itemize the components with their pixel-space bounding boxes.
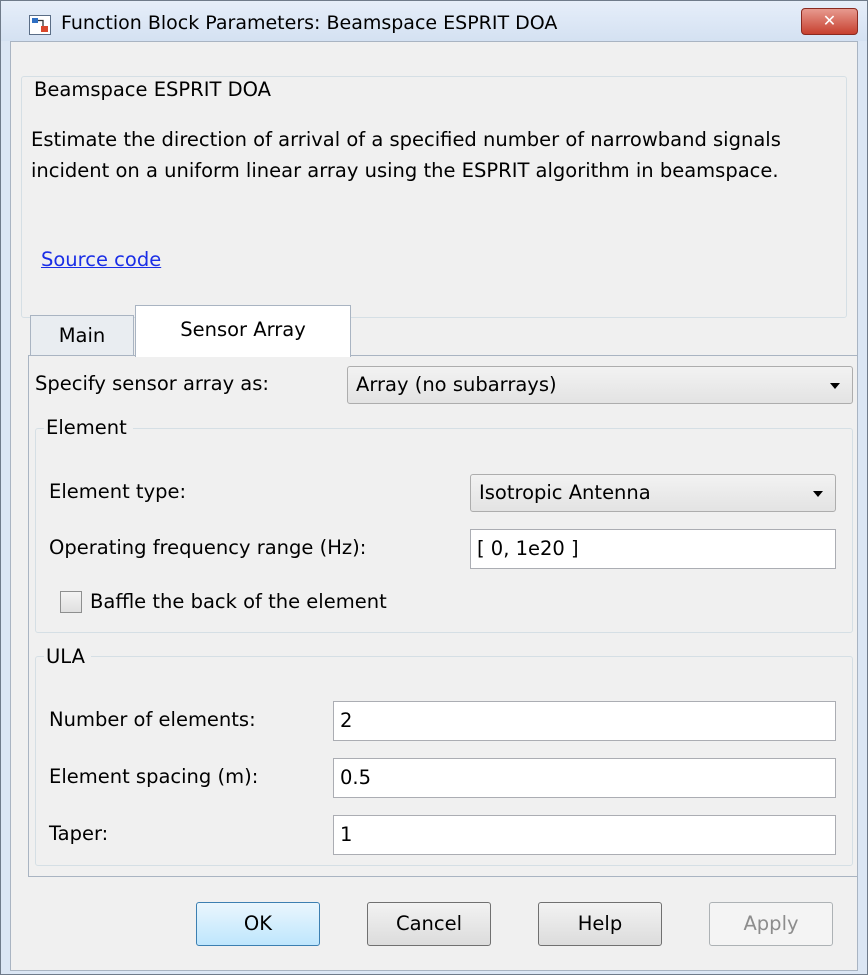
simulink-block-icon — [29, 15, 51, 35]
source-code-link[interactable]: Source code — [41, 248, 161, 271]
description-group-title: Beamspace ESPRIT DOA — [32, 78, 277, 101]
freq-range-label: Operating frequency range (Hz): — [49, 536, 367, 559]
apply-button[interactable]: Apply — [709, 902, 833, 946]
taper-input[interactable]: 1 — [333, 815, 836, 855]
block-description: Estimate the direction of arrival of a s… — [31, 128, 781, 182]
num-elements-input[interactable]: 2 — [333, 701, 836, 741]
element-type-value: Isotropic Antenna — [479, 481, 651, 504]
tab-sensor-array[interactable]: Sensor Array — [135, 305, 351, 357]
chevron-down-icon — [813, 491, 823, 497]
specify-array-select[interactable]: Array (no subarrays) — [347, 366, 853, 404]
dialog-window: Function Block Parameters: Beamspace ESP… — [0, 0, 868, 975]
description-group — [21, 76, 847, 318]
chevron-down-icon — [830, 383, 840, 389]
specify-array-value: Array (no subarrays) — [356, 373, 557, 396]
close-icon: ✕ — [822, 11, 837, 30]
taper-label: Taper: — [49, 822, 109, 845]
ula-group-title: ULA — [44, 645, 91, 668]
sensor-array-panel: Specify sensor array as: Array (no subar… — [28, 355, 858, 877]
baffle-label: Baffle the back of the element — [90, 590, 387, 613]
specify-array-label: Specify sensor array as: — [35, 372, 269, 395]
close-button[interactable]: ✕ — [801, 8, 858, 35]
num-elements-label: Number of elements: — [49, 708, 256, 731]
tab-main[interactable]: Main — [30, 315, 134, 356]
element-group-title: Element — [44, 416, 133, 439]
cancel-button[interactable]: Cancel — [367, 902, 491, 946]
element-spacing-input[interactable]: 0.5 — [333, 758, 836, 798]
freq-range-input[interactable]: [ 0, 1e20 ] — [470, 529, 836, 569]
help-button[interactable]: Help — [538, 902, 662, 946]
dialog-client-area: Beamspace ESPRIT DOA Estimate the direct… — [10, 41, 858, 971]
title-bar[interactable]: Function Block Parameters: Beamspace ESP… — [1, 1, 867, 41]
ok-button[interactable]: OK — [196, 902, 320, 946]
baffle-checkbox[interactable] — [60, 591, 82, 613]
element-type-label: Element type: — [49, 480, 187, 503]
element-type-select[interactable]: Isotropic Antenna — [470, 474, 836, 512]
element-spacing-label: Element spacing (m): — [49, 765, 259, 788]
window-title: Function Block Parameters: Beamspace ESP… — [61, 12, 558, 34]
